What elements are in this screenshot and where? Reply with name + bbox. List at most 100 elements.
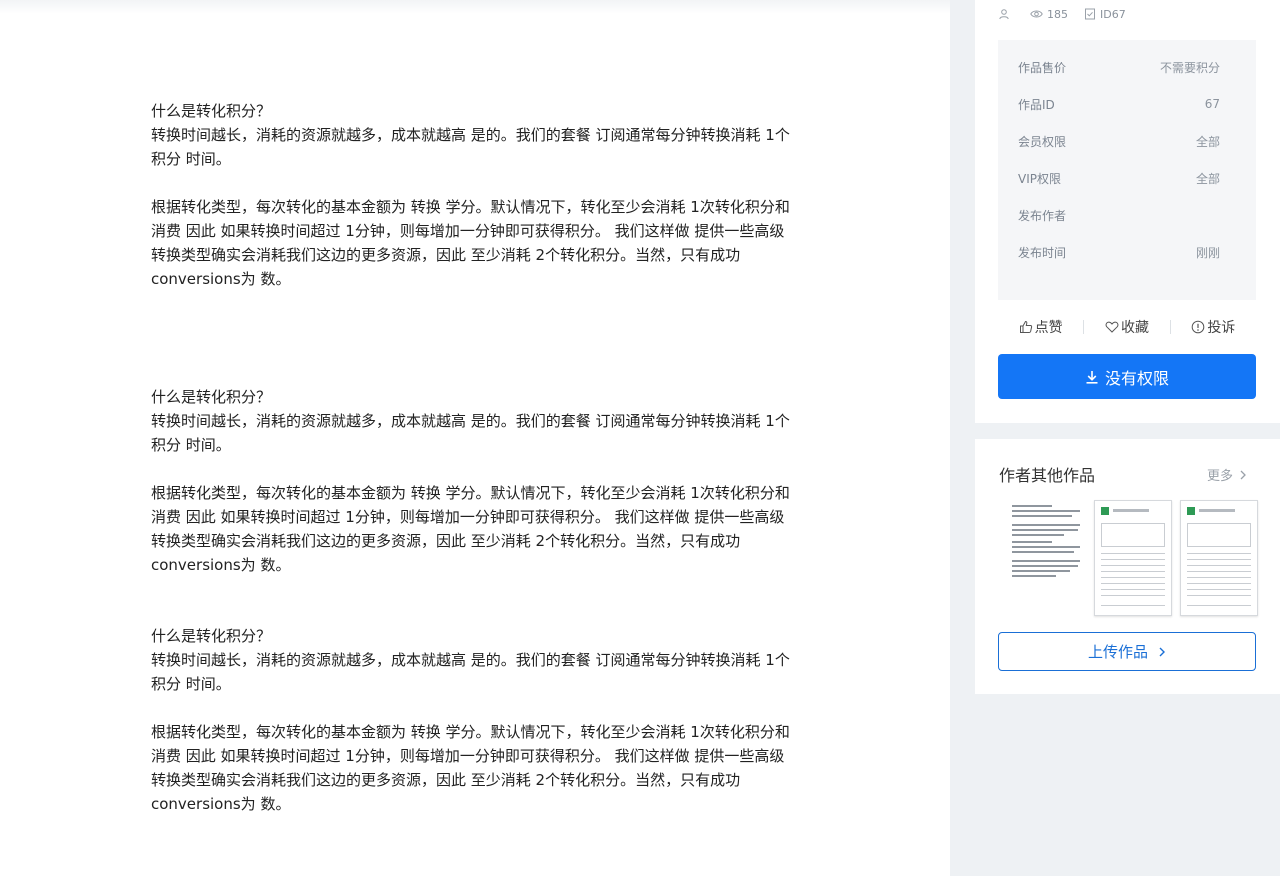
action-bar: 点赞 收藏 投诉: [998, 316, 1256, 338]
thumb-line: [1101, 565, 1165, 566]
thumb-line: [1187, 589, 1251, 590]
info-row-vip: VIP权限 全部: [1018, 168, 1220, 188]
section-paragraph: 转换时间越长，消耗的资源就越多，成本就越高 是的。我们的套餐 订阅通常每分钟转换…: [151, 651, 790, 693]
thumb-line: [1187, 565, 1251, 566]
document-id-icon: [1085, 8, 1095, 20]
works-title: 作者其他作品: [999, 466, 1096, 485]
work-thumbnail-1[interactable]: [1006, 500, 1084, 616]
favorite-button[interactable]: 收藏: [1084, 317, 1169, 337]
info-label: 作品ID: [1018, 97, 1055, 112]
chevron-right-icon: [1159, 647, 1165, 656]
info-row-time: 发布时间 刚刚: [1018, 242, 1220, 262]
thumb-line: [1012, 541, 1052, 543]
thumb-line: [1012, 575, 1056, 577]
thumb-line: [1012, 529, 1078, 531]
info-value: 全部: [1195, 134, 1220, 149]
upload-button[interactable]: 上传作品: [998, 632, 1256, 671]
author-meta[interactable]: [998, 8, 1014, 20]
thumb-line: [1101, 595, 1165, 596]
thumb-line: [1012, 570, 1070, 572]
thumbs-up-icon: [1019, 320, 1032, 333]
info-label: VIP权限: [1018, 171, 1061, 186]
thumb-line: [1187, 583, 1251, 584]
info-row-id: 作品ID 67: [1018, 94, 1220, 114]
info-box: 作品售价 不需要积分 作品ID 67 会员权限 全部 VIP权限 全部 发布作者…: [998, 40, 1256, 300]
top-shadow: [0, 0, 950, 14]
section-paragraph: 根据转化类型，每次转化的基本金额为 转换 学分。默认情况下，转化至少会消耗 1次…: [151, 484, 790, 574]
spreadsheet-icon: [1187, 507, 1195, 515]
thumb-line: [1187, 595, 1251, 596]
section-paragraph: 转换时间越长，消耗的资源就越多，成本就越高 是的。我们的套餐 订阅通常每分钟转换…: [151, 126, 790, 168]
thumb-line: [1101, 559, 1165, 560]
report-label: 投诉: [1207, 320, 1236, 336]
doc-section-3: 什么是转化积分？ 转换时间越长，消耗的资源就越多，成本就越高 是的。我们的套餐 …: [151, 624, 791, 816]
thumb-line: [1101, 577, 1165, 578]
section-question: 什么是转化积分？: [151, 102, 272, 120]
thumb-line: [1187, 577, 1251, 578]
download-button[interactable]: 没有权限: [998, 354, 1256, 399]
thumb-header: [1113, 509, 1149, 512]
download-label: 没有权限: [1104, 368, 1169, 388]
info-label: 作品售价: [1018, 60, 1067, 75]
thumb-line: [1012, 505, 1052, 507]
info-label: 发布时间: [1018, 245, 1067, 260]
thumb-line: [1101, 571, 1165, 572]
views-count: 185: [1047, 7, 1068, 21]
eye-icon: [1030, 10, 1043, 18]
info-value: 67: [1204, 97, 1220, 111]
info-value: 全部: [1195, 171, 1220, 186]
download-icon: [1086, 370, 1098, 384]
more-link[interactable]: 更多: [1207, 465, 1247, 484]
upload-label: 上传作品: [1087, 643, 1148, 661]
chevron-right-icon: [1240, 470, 1246, 479]
section-paragraph: 根据转化类型，每次转化的基本金额为 转换 学分。默认情况下，转化至少会消耗 1次…: [151, 723, 790, 813]
id-meta: ID67: [1084, 8, 1126, 21]
thumb-line: [1012, 534, 1064, 536]
work-thumbnail-3[interactable]: [1180, 500, 1258, 616]
thumb-line: [1187, 605, 1251, 606]
section-paragraph: 转换时间越长，消耗的资源就越多，成本就越高 是的。我们的套餐 订阅通常每分钟转换…: [151, 412, 790, 454]
thumb-line: [1012, 560, 1080, 562]
heart-icon: [1105, 321, 1119, 333]
doc-section-1: 什么是转化积分？ 转换时间越长，消耗的资源就越多，成本就越高 是的。我们的套餐 …: [151, 99, 791, 291]
report-button[interactable]: 投诉: [1171, 317, 1256, 337]
user-icon: [999, 9, 1009, 20]
thumb-line: [1012, 515, 1072, 517]
thumb-table: [1101, 523, 1165, 547]
info-row-member: 会员权限 全部: [1018, 131, 1220, 151]
spreadsheet-icon: [1101, 507, 1109, 515]
doc-section-2: 什么是转化积分？ 转换时间越长，消耗的资源就越多，成本就越高 是的。我们的套餐 …: [151, 385, 791, 577]
thumb-line: [1012, 551, 1074, 553]
thumb-line: [1012, 510, 1080, 512]
like-label: 点赞: [1034, 320, 1063, 336]
meta-row: 185 ID67: [998, 6, 1142, 22]
views-meta: 185: [1030, 8, 1068, 21]
more-label: 更多: [1207, 469, 1234, 484]
info-row-author: 发布作者: [1018, 205, 1220, 225]
thumb-line: [1101, 553, 1165, 554]
warning-circle-icon: [1192, 320, 1205, 334]
thumb-line: [1101, 583, 1165, 584]
favorite-label: 收藏: [1120, 320, 1149, 336]
info-label: 发布作者: [1018, 208, 1067, 223]
thumb-line: [1101, 605, 1165, 606]
like-button[interactable]: 点赞: [998, 317, 1083, 337]
info-value: 不需要积分: [1159, 60, 1220, 75]
thumb-header: [1199, 509, 1235, 512]
section-paragraph: 根据转化类型，每次转化的基本金额为 转换 学分。默认情况下，转化至少会消耗 1次…: [151, 198, 790, 288]
info-row-price: 作品售价 不需要积分: [1018, 57, 1220, 77]
id-label: ID67: [1100, 7, 1126, 21]
thumb-line: [1187, 553, 1251, 554]
thumb-line: [1187, 571, 1251, 572]
info-label: 会员权限: [1018, 134, 1067, 149]
thumb-line: [1187, 559, 1251, 560]
info-value: 刚刚: [1195, 245, 1220, 260]
section-question: 什么是转化积分？: [151, 627, 272, 645]
document-viewer: 什么是转化积分？ 转换时间越长，消耗的资源就越多，成本就越高 是的。我们的套餐 …: [0, 0, 950, 876]
thumb-line: [1012, 546, 1080, 548]
thumb-line: [1012, 565, 1078, 567]
work-thumbnail-2[interactable]: [1094, 500, 1172, 616]
section-question: 什么是转化积分？: [151, 388, 272, 406]
thumb-line: [1101, 589, 1165, 590]
thumb-table: [1187, 523, 1251, 547]
